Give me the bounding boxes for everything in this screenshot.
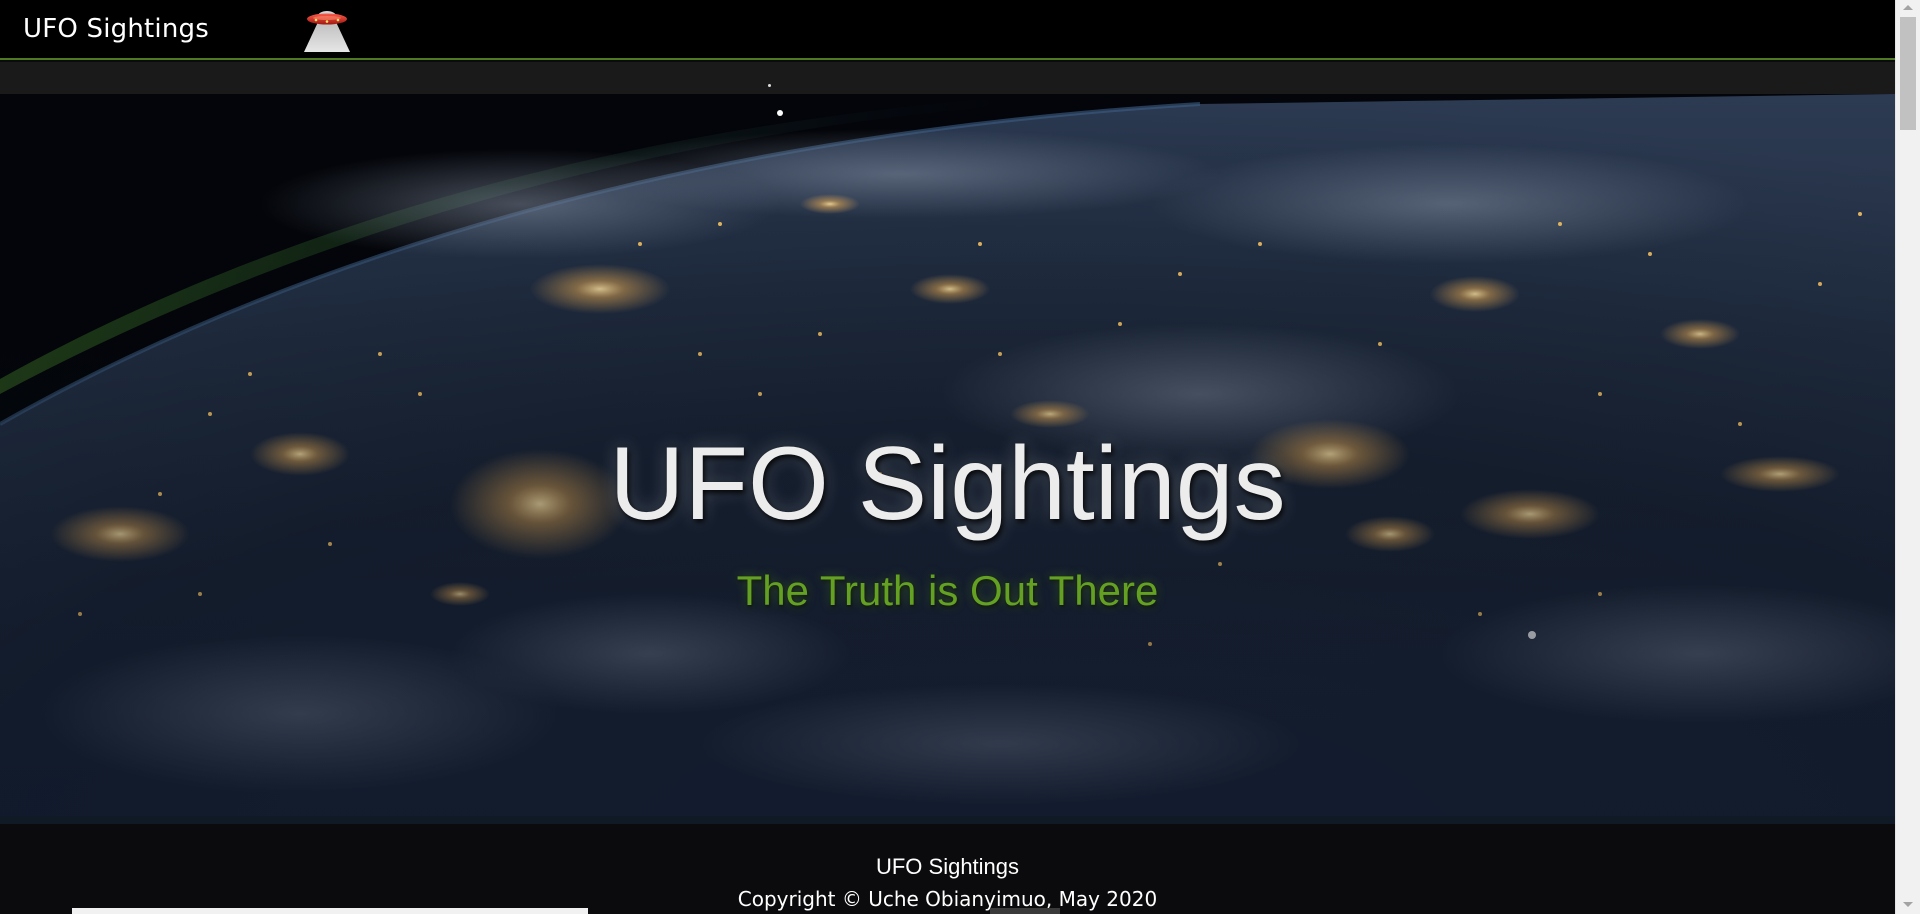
hero-title: UFO Sightings [609, 426, 1286, 542]
footer-title: UFO Sightings [875, 854, 1020, 879]
ufo-icon[interactable] [298, 8, 356, 54]
hero-section: UFO Sightings The Truth is Out There [0, 94, 1895, 816]
sub-navbar [0, 62, 1895, 94]
vertical-scrollbar[interactable] [1895, 0, 1920, 914]
footer: UFO Sightings Copyright © Uche Obianyimu… [0, 816, 1895, 914]
horizontal-scroll-marker [990, 908, 1060, 914]
horizontal-scrollbar-thumb[interactable] [72, 908, 588, 914]
decorative-dot [768, 84, 771, 87]
page: UFO Sightings UFO Sightings The Truth is… [0, 0, 1920, 914]
vertical-scrollbar-thumb[interactable] [1900, 17, 1916, 130]
brand-link[interactable]: UFO Sightings [23, 13, 209, 45]
scroll-up-arrow-icon[interactable] [1903, 5, 1913, 10]
navbar: UFO Sightings [0, 0, 1895, 60]
scroll-down-arrow-icon[interactable] [1903, 902, 1913, 907]
hero-tagline: The Truth is Out There [736, 567, 1159, 614]
